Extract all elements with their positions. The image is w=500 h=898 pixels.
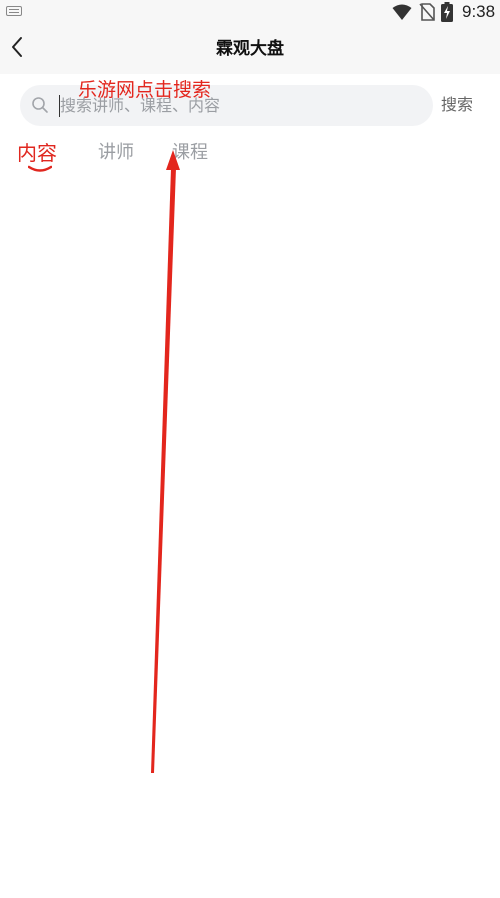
- annotation-arrow: [151, 150, 180, 773]
- search-icon: [32, 97, 48, 113]
- back-button[interactable]: [4, 32, 34, 66]
- active-tab-indicator: [28, 165, 52, 172]
- search-button[interactable]: 搜索: [441, 93, 473, 117]
- status-bar: 9:38: [0, 0, 500, 24]
- keyboard-icon: [6, 6, 22, 16]
- status-time: 9:38: [462, 2, 496, 21]
- app-screen: 9:38 霖观大盘 搜索 内容 讲师 课程 乐游网点击搜索: [0, 0, 500, 898]
- tab-lecturer[interactable]: 讲师: [98, 140, 134, 166]
- annotation-text: 乐游网点击搜索: [78, 79, 212, 101]
- wifi-icon: [392, 4, 412, 20]
- chevron-left-icon: [12, 37, 22, 57]
- page-title: 霖观大盘: [216, 39, 284, 59]
- tab-course[interactable]: 课程: [172, 140, 208, 166]
- tab-content[interactable]: 内容: [17, 140, 57, 166]
- no-sim-icon: [419, 3, 435, 21]
- battery-charging-icon: [441, 2, 453, 22]
- app-header: 霖观大盘: [0, 24, 500, 74]
